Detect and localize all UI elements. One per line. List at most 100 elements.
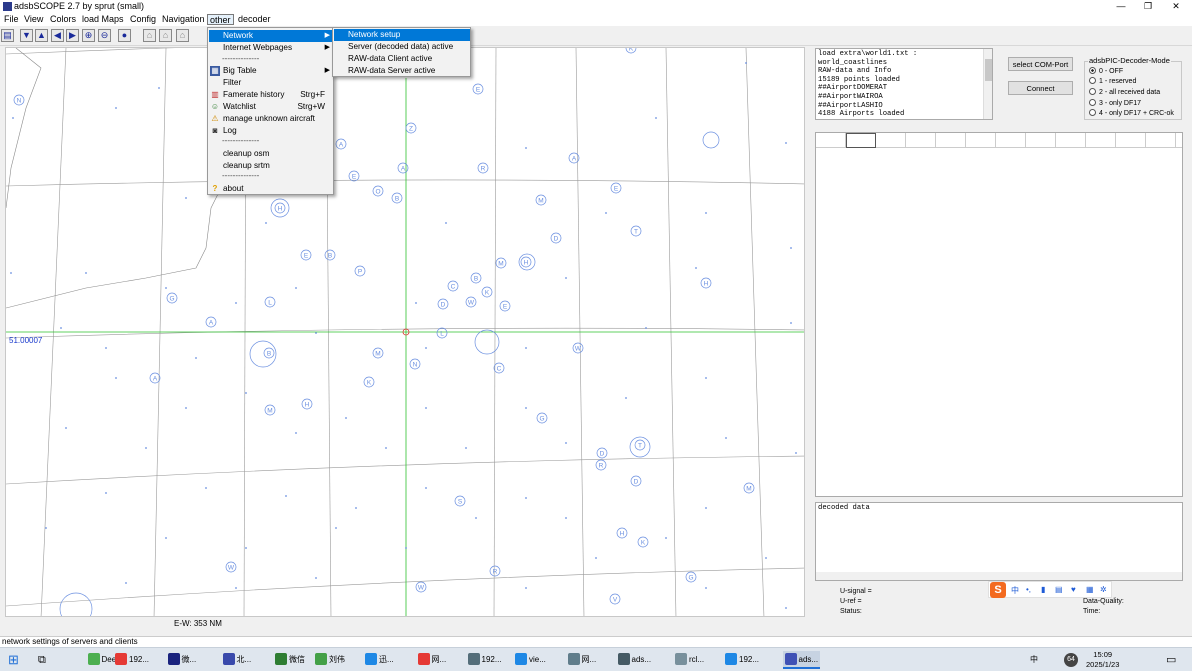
radio-mode-3[interactable]: 3 - only DF17 <box>1089 99 1141 107</box>
menu-decoder[interactable]: decoder <box>236 14 273 25</box>
pan-left-icon[interactable]: ◀ <box>51 29 64 42</box>
grid-header-cell[interactable] <box>1026 133 1056 148</box>
radio-dot[interactable] <box>1089 67 1096 74</box>
taskbar-item[interactable]: 192... <box>115 651 149 669</box>
scroll-thumb[interactable] <box>985 59 992 81</box>
radio-mode-2[interactable]: 2 - all received data <box>1089 88 1160 96</box>
airport-letter: K <box>629 48 634 53</box>
restore-button[interactable]: ❐ <box>1135 0 1161 13</box>
decoded-data-box[interactable]: decoded data <box>815 502 1183 581</box>
taskbar-item[interactable]: 192... <box>725 651 759 669</box>
skin-icon[interactable]: ♥ <box>1071 585 1076 594</box>
menu-colors[interactable]: Colors <box>48 14 78 25</box>
taskbar-item[interactable]: ads... <box>617 651 651 669</box>
menu-item-watchlist[interactable]: ☺ Watchlist Strg+W <box>209 101 333 113</box>
menu-load-maps[interactable]: load Maps <box>80 14 126 25</box>
radio-dot[interactable] <box>1089 109 1096 116</box>
ime-toolbar[interactable]: S 中 •, ▮ ▤ ♥ ▦ ✲ <box>988 581 1112 598</box>
info-log[interactable]: load extra\world1.txt : world_coastlines… <box>815 48 993 120</box>
menu-view[interactable]: View <box>22 14 45 25</box>
menu-item-raw-server-active[interactable]: RAW-data Server active <box>334 65 470 77</box>
settings-icon[interactable]: ✲ <box>1100 585 1107 594</box>
aircraft-grid[interactable] <box>815 132 1183 497</box>
pan-down-icon[interactable]: ▼ <box>20 29 33 42</box>
menu-file[interactable]: File <box>2 14 21 25</box>
menu-other[interactable]: other <box>207 14 234 25</box>
longitude-line <box>745 48 765 616</box>
zoom-out-icon[interactable]: ⊖ <box>98 29 111 42</box>
taskbar-item[interactable]: 刘伟 <box>315 651 345 669</box>
grid-header-cell[interactable] <box>966 133 996 148</box>
grid-header-cell[interactable] <box>906 133 936 148</box>
radar-map[interactable]: K N E Z A A E O B H R A E M D T E B P G A L B M H D W C K E L M B A K C N W G M… <box>5 47 805 617</box>
menu-item-about[interactable]: ? about <box>209 183 333 195</box>
grid-header-cell[interactable] <box>1116 133 1146 148</box>
select-com-port-button[interactable]: select COM-Port <box>1008 57 1073 71</box>
pan-right-icon[interactable]: ▶ <box>66 29 79 42</box>
pan-up-icon[interactable]: ▲ <box>35 29 48 42</box>
close-button[interactable]: ✕ <box>1163 0 1189 13</box>
radio-mode-0[interactable]: 0 - OFF <box>1089 67 1123 75</box>
menu-item-big-table[interactable]: ▦ Big Table ▶ <box>209 65 333 77</box>
globe-icon[interactable]: ● <box>118 29 131 42</box>
map-canvas[interactable]: K N E Z A A E O B H R A E M D T E B P G A L B M H D W C K E L M B A K C N W G M… <box>6 48 805 617</box>
menu-item-server-decoded-active[interactable]: Server (decoded data) active <box>334 41 470 53</box>
navaid-dot <box>405 547 407 549</box>
notification-badge[interactable]: 64 <box>1064 653 1078 667</box>
decoded-scrollbar[interactable] <box>816 572 1182 580</box>
grid-header-cell[interactable] <box>1146 133 1176 148</box>
taskbar-item[interactable]: 迅... <box>365 651 394 669</box>
grid-header-cell[interactable] <box>936 133 966 148</box>
log-scrollbar[interactable] <box>983 49 992 119</box>
menu-item-manage-unknown-aircraft[interactable]: ⚠ manage unknown aircraft <box>209 113 333 125</box>
taskbar-item[interactable]: 网... <box>567 651 596 669</box>
taskbar-item[interactable]: 微... <box>167 651 196 669</box>
tools-icon[interactable]: ▦ <box>1086 585 1094 594</box>
taskbar-item[interactable]: 网... <box>417 651 446 669</box>
menu-item-raw-client-active[interactable]: RAW-data Client active <box>334 53 470 65</box>
taskbar-item[interactable]: 微信 <box>275 651 305 669</box>
terrain-icon-1[interactable]: ⌂ <box>143 29 156 42</box>
taskbar-item[interactable]: 192... <box>467 651 502 669</box>
taskbar-item[interactable]: 北... <box>222 651 251 669</box>
grid-header-cell[interactable] <box>816 133 846 148</box>
menu-item-filter[interactable]: Filter <box>209 77 333 89</box>
taskbar-item[interactable]: vie... <box>515 651 546 669</box>
taskbar-item[interactable]: ads... <box>782 651 821 669</box>
terrain-icon-2[interactable]: ⌂ <box>159 29 172 42</box>
microphone-icon[interactable]: ▮ <box>1041 585 1045 594</box>
task-view-icon[interactable]: ⧉ <box>38 651 46 669</box>
radio-dot[interactable] <box>1089 99 1096 106</box>
system-clock[interactable]: 15:09 2025/1/23 <box>1086 650 1119 670</box>
action-center-icon[interactable]: ▭ <box>1166 651 1176 669</box>
punctuation-icon[interactable]: •, <box>1026 585 1031 594</box>
connect-button[interactable]: Connect <box>1008 81 1073 95</box>
menu-item-famerate-history[interactable]: ▥ Famerate history Strg+F <box>209 89 333 101</box>
menu-config[interactable]: Config <box>128 14 158 25</box>
grid-header-cell[interactable] <box>876 133 906 148</box>
terrain-icon-3[interactable]: ⌂ <box>176 29 189 42</box>
menu-item-cleanup-osm[interactable]: cleanup osm <box>209 148 333 160</box>
table-view-icon[interactable]: ▤ <box>1 29 14 42</box>
radio-dot[interactable] <box>1089 88 1096 95</box>
menu-item-network-setup[interactable]: Network setup <box>334 29 470 41</box>
ime-mode-icon[interactable]: 中 <box>1011 585 1019 596</box>
grid-header-cell[interactable] <box>1086 133 1116 148</box>
menu-item-internet-webpages[interactable]: Internet Webpages ▶ <box>209 42 333 54</box>
grid-header-cell[interactable] <box>846 133 876 148</box>
ime-indicator[interactable]: 中 <box>1030 651 1038 669</box>
radio-mode-4[interactable]: 4 - only DF17 + CRC-ok <box>1089 109 1174 117</box>
zoom-in-icon[interactable]: ⊕ <box>82 29 95 42</box>
radio-dot[interactable] <box>1089 77 1096 84</box>
navaid-dot <box>185 197 187 199</box>
taskbar-item[interactable]: rcl... <box>675 651 704 669</box>
start-button-icon[interactable]: ⊞ <box>8 651 19 669</box>
radio-mode-1[interactable]: 1 - reserved <box>1089 77 1136 85</box>
menu-item-network[interactable]: Network ▶ <box>209 30 333 42</box>
menu-navigation[interactable]: Navigation <box>160 14 207 25</box>
grid-header-cell[interactable] <box>996 133 1026 148</box>
airport-letter: N <box>413 362 418 369</box>
keyboard-icon[interactable]: ▤ <box>1055 585 1063 594</box>
minimize-button[interactable]: — <box>1108 0 1134 13</box>
grid-header-cell[interactable] <box>1056 133 1086 148</box>
